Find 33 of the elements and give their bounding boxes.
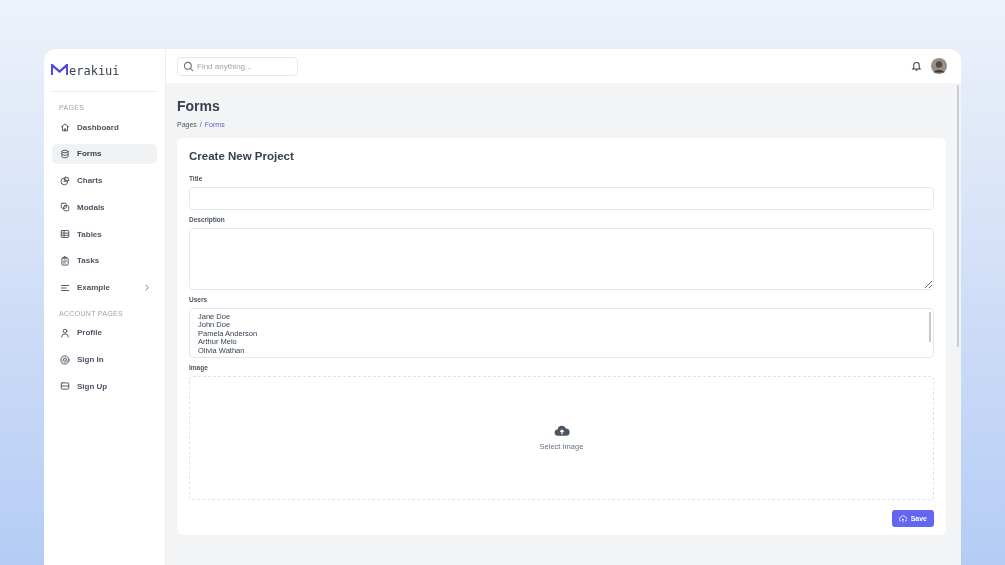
form-title: Create New Project: [189, 150, 295, 162]
clipboard-icon: [60, 256, 70, 266]
sidebar-item[interactable]: Profile: [52, 322, 157, 343]
card-icon: [60, 381, 70, 392]
user-icon: [60, 327, 70, 338]
table-icon: [60, 229, 70, 240]
pie-chart-icon: [60, 175, 70, 186]
sidebar-item[interactable]: Tasks: [52, 251, 157, 271]
upload-cloud-icon: [553, 425, 570, 437]
scrollbar[interactable]: [957, 85, 959, 347]
copy-icon: [60, 202, 70, 213]
scrollbar[interactable]: [929, 312, 931, 342]
avatar[interactable]: [931, 58, 947, 74]
bell-icon[interactable]: [911, 60, 922, 72]
sidebar-item[interactable]: Example: [52, 277, 157, 298]
brand-name: erakiui: [69, 64, 120, 78]
textarea-field[interactable]: [189, 228, 934, 290]
database-icon: [60, 148, 70, 159]
search-field[interactable]: Find anything...: [177, 56, 298, 76]
upload-icon: [898, 514, 907, 523]
sidebar-item[interactable]: Sign In: [52, 349, 157, 370]
input-field[interactable]: [189, 187, 934, 210]
sidebar-item[interactable]: Forms: [52, 143, 157, 164]
home-icon: [60, 122, 70, 132]
menu-icon: [60, 282, 70, 293]
logo-icon: [51, 64, 68, 76]
sidebar-item[interactable]: Dashboard: [52, 117, 157, 137]
sidebar-item[interactable]: Tables: [52, 224, 157, 245]
sidebar-item[interactable]: Charts: [52, 170, 157, 191]
page-title: Forms: [177, 98, 221, 114]
fingerprint-icon: [60, 354, 70, 365]
sidebar-item[interactable]: Sign Up: [52, 376, 157, 397]
sidebar-item[interactable]: Modals: [52, 197, 157, 218]
